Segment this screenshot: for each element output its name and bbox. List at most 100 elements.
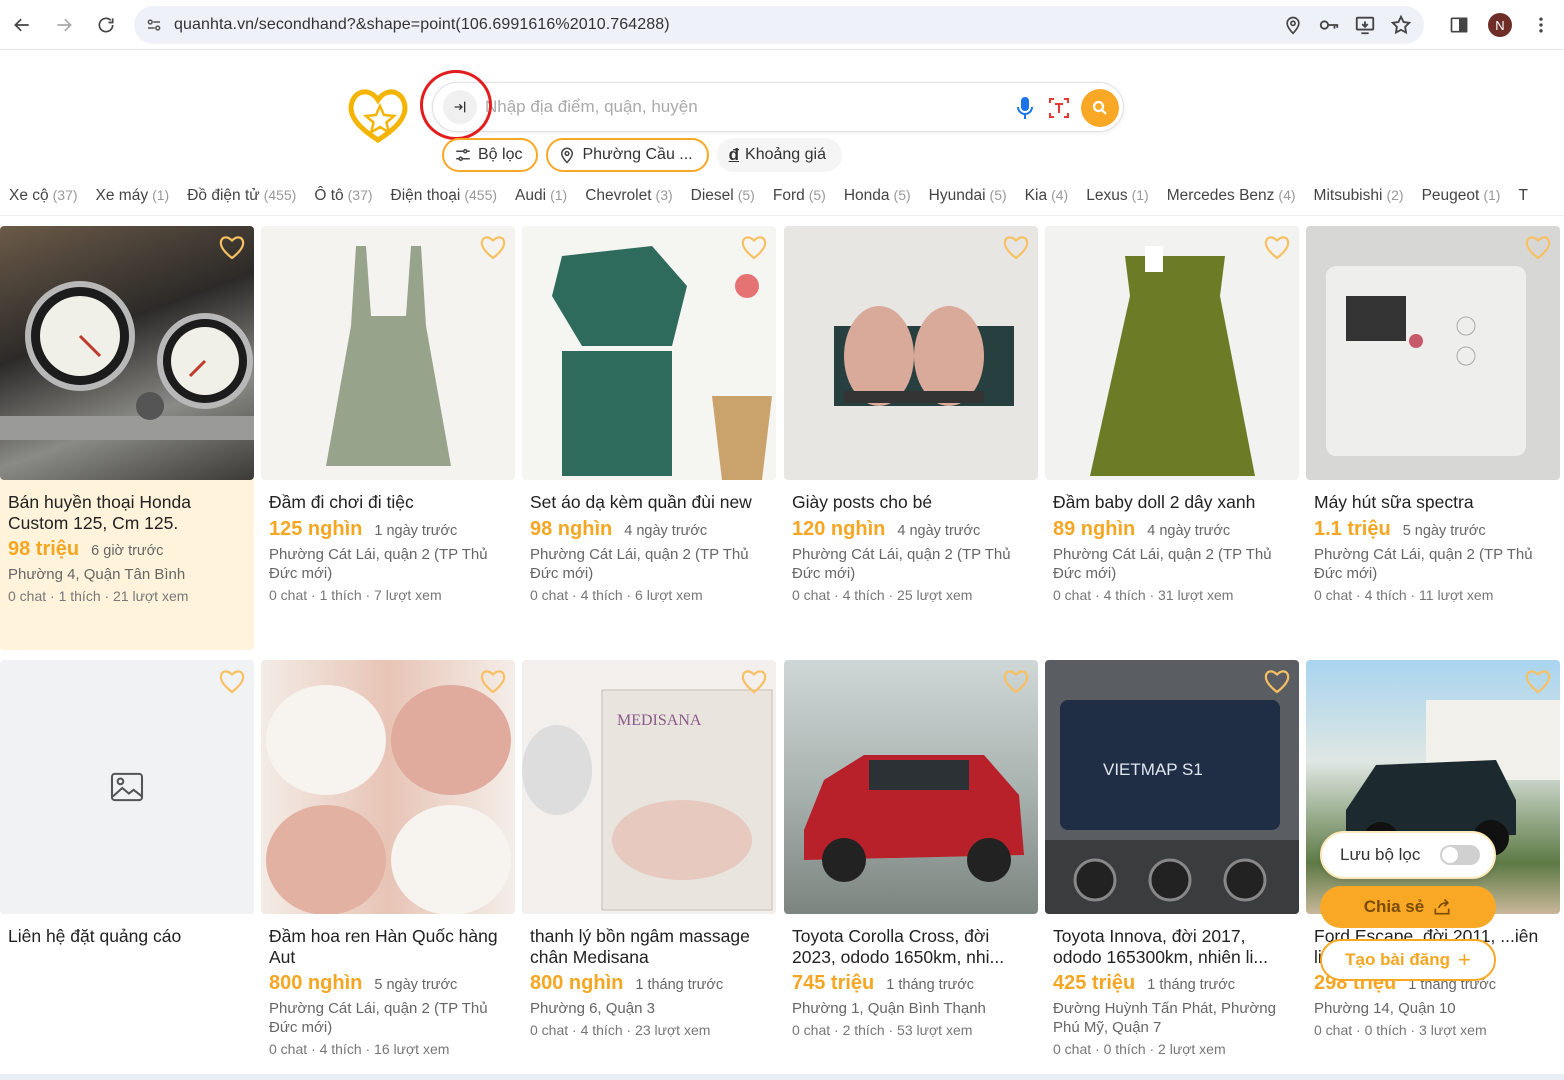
browser-toolbar: quanhta.vn/secondhand?&shape=point(106.6… (0, 0, 1564, 50)
listing-image[interactable]: MEDISANA (522, 660, 776, 914)
listing-title[interactable]: Giày posts cho bé (792, 492, 1030, 514)
listing-location: Phường Cát Lái, quận 2 (TP Thủ Đức mới) (1314, 546, 1533, 582)
category-item[interactable]: Xe máy (1) (96, 187, 170, 205)
listing-card[interactable]: Đầm hoa ren Hàn Quốc hàng Aut 800 nghìn 5… (261, 660, 515, 1057)
category-item[interactable]: Diesel (5) (691, 187, 755, 205)
location-chip[interactable]: Phường Cầu ... (546, 138, 709, 172)
listing-image[interactable] (522, 226, 776, 480)
forward-icon[interactable] (44, 5, 84, 45)
reload-icon[interactable] (86, 5, 126, 45)
listing-title[interactable]: Đầm hoa ren Hàn Quốc hàng Aut (269, 926, 507, 968)
listing-image[interactable] (261, 660, 515, 914)
listing-title[interactable]: thanh lý bồn ngâm massage chân Medisana (530, 926, 768, 968)
listing-card[interactable]: Toyota Corolla Cross, đời 2023, ododo 16… (784, 660, 1038, 1038)
location-search-input[interactable] (485, 97, 985, 117)
filter-chip[interactable]: Bộ lọc (442, 138, 539, 172)
favorite-heart-icon[interactable] (740, 234, 768, 260)
listing-title[interactable]: Máy hút sữa spectra (1314, 492, 1552, 514)
favorite-heart-icon[interactable] (218, 668, 246, 694)
url-text[interactable]: quanhta.vn/secondhand?&shape=point(106.6… (174, 16, 670, 34)
location-icon[interactable] (1282, 14, 1304, 36)
favorite-heart-icon[interactable] (740, 668, 768, 694)
listing-title[interactable]: Liên hệ đặt quảng cáo (8, 926, 246, 948)
car-dashboard-photo: VIETMAP S1 (1045, 700, 1299, 914)
bookmark-star-icon[interactable] (1390, 14, 1412, 36)
listing-image[interactable] (784, 226, 1038, 480)
listing-image[interactable] (0, 226, 254, 480)
price-range-chip[interactable]: đ Khoảng giá (716, 138, 842, 172)
category-item[interactable]: Xe cộ (37) (9, 187, 78, 205)
create-post-button[interactable]: Tạo bài đăng + (1320, 939, 1496, 981)
share-button[interactable]: Chia sẻ (1320, 886, 1496, 928)
listing-price: 800 nghìn (530, 972, 624, 994)
listing-card[interactable]: MEDISANA thanh lý bồn ngâm massage chân … (522, 660, 776, 1038)
site-logo[interactable] (346, 84, 410, 144)
favorite-heart-icon[interactable] (1002, 234, 1030, 260)
category-item[interactable]: Mitsubishi (2) (1314, 187, 1404, 205)
listing-location: Phường 6, Quận 3 (530, 1000, 655, 1017)
category-item[interactable]: Ford (5) (773, 187, 826, 205)
key-icon[interactable] (1318, 14, 1340, 36)
listing-card[interactable]: VIETMAP S1 Toyota Innova, đời 2017, odod… (1045, 660, 1299, 1057)
listing-card[interactable]: Giày posts cho bé 120 nghìn 4 ngày trước … (784, 226, 1038, 603)
category-item[interactable]: Audi (1) (515, 187, 567, 205)
category-item[interactable]: Honda (5) (844, 187, 911, 205)
listing-image[interactable] (784, 660, 1038, 914)
back-icon[interactable] (2, 5, 42, 45)
install-app-icon[interactable] (1354, 14, 1376, 36)
listing-time: 1 tháng trước (635, 977, 724, 993)
search-button[interactable] (1081, 89, 1119, 127)
favorite-heart-icon[interactable] (218, 234, 246, 260)
listing-image[interactable]: VIETMAP S1 (1045, 660, 1299, 914)
save-filter-toggle[interactable]: Lưu bộ lọc (1320, 831, 1496, 879)
listing-location: Phường Cát Lái, quận 2 (TP Thủ Đức mới) (269, 546, 488, 582)
site-settings-icon[interactable] (144, 15, 164, 35)
category-item[interactable]: Peugeot (1) (1422, 187, 1501, 205)
listing-card[interactable]: Set áo dạ kèm quần đùi new 98 nghìn 4 ngà… (522, 226, 776, 603)
listing-title[interactable]: Set áo dạ kèm quần đùi new (530, 492, 768, 514)
listing-title[interactable]: Toyota Innova, đời 2017, ododo 165300km,… (1053, 926, 1291, 968)
category-item[interactable]: Mercedes Benz (4) (1167, 187, 1296, 205)
listing-time: 5 ngày trước (1402, 523, 1486, 539)
category-item[interactable]: Đồ điện tử (455) (187, 187, 296, 205)
favorite-heart-icon[interactable] (1263, 668, 1291, 694)
login-icon[interactable] (443, 90, 477, 124)
red-suv-photo (804, 755, 1024, 882)
favorite-heart-icon[interactable] (479, 234, 507, 260)
listing-title[interactable]: Toyota Corolla Cross, đời 2023, ododo 16… (792, 926, 1030, 968)
ad-placeholder-card[interactable]: Liên hệ đặt quảng cáo (0, 660, 254, 948)
profile-avatar[interactable]: N (1488, 13, 1512, 37)
side-panel-icon[interactable] (1448, 14, 1470, 36)
dong-currency-icon: đ (728, 145, 740, 164)
listing-card[interactable]: Đầm đi chơi đi tiệc 125 nghìn 1 ngày trướ… (261, 226, 515, 603)
listing-title[interactable]: Đầm baby doll 2 dây xanh (1053, 492, 1291, 514)
favorite-heart-icon[interactable] (1263, 234, 1291, 260)
favorite-heart-icon[interactable] (1524, 668, 1552, 694)
svg-text:MEDISANA: MEDISANA (617, 712, 702, 729)
listing-stats: 0 chat · 4 thích · 6 lượt xem (530, 587, 703, 603)
favorite-heart-icon[interactable] (479, 668, 507, 694)
listing-image[interactable] (261, 226, 515, 480)
listing-image[interactable] (0, 660, 254, 914)
category-item[interactable]: T (1518, 187, 1531, 205)
save-filter-switch[interactable] (1440, 845, 1481, 865)
category-item[interactable]: Lexus (1) (1086, 187, 1149, 205)
microphone-icon[interactable] (1013, 95, 1037, 121)
text-scan-icon[interactable] (1047, 96, 1071, 120)
category-item[interactable]: Chevrolet (3) (585, 187, 672, 205)
listing-card[interactable]: Đầm baby doll 2 dây xanh 89 nghìn 4 ngày … (1045, 226, 1299, 603)
category-item[interactable]: Kia (4) (1025, 187, 1069, 205)
listing-title[interactable]: Bán huyền thoại Honda Custom 125, Cm 125… (8, 492, 246, 534)
listing-card[interactable]: Máy hút sữa spectra 1.1 triệu 5 ngày trướ… (1306, 226, 1560, 603)
listing-title[interactable]: Đầm đi chơi đi tiệc (269, 492, 507, 514)
category-item[interactable]: Hyundai (5) (929, 187, 1007, 205)
category-item[interactable]: Ô tô (37) (314, 187, 372, 205)
favorite-heart-icon[interactable] (1002, 668, 1030, 694)
listing-card[interactable]: Bán huyền thoại Honda Custom 125, Cm 125… (0, 226, 254, 650)
address-bar[interactable]: quanhta.vn/secondhand?&shape=point(106.6… (134, 6, 1424, 44)
menu-kebab-icon[interactable] (1530, 14, 1552, 36)
listing-image[interactable] (1306, 226, 1560, 480)
favorite-heart-icon[interactable] (1524, 234, 1552, 260)
category-item[interactable]: Điện thoại (455) (391, 187, 497, 205)
listing-image[interactable] (1045, 226, 1299, 480)
